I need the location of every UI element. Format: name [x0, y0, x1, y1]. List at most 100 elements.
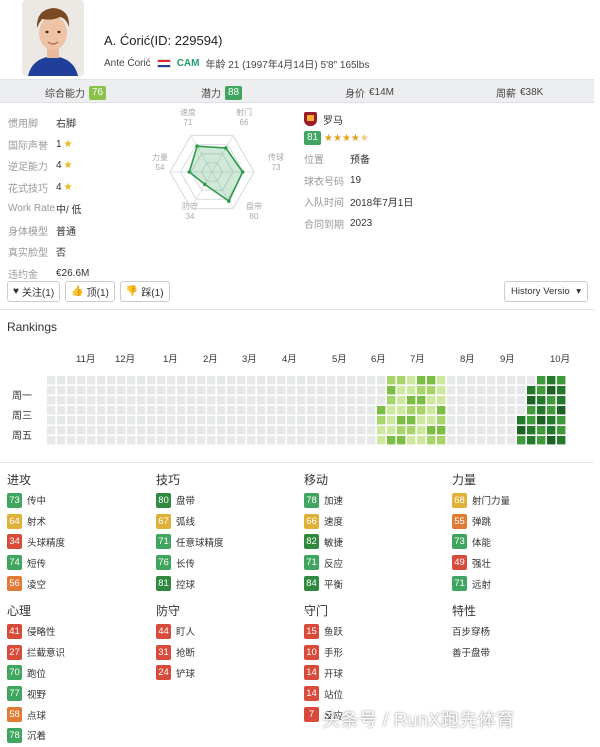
radar-value: 54 — [156, 163, 165, 172]
radar-value: 66 — [240, 118, 249, 127]
heatmap-cell — [527, 426, 536, 435]
attribute-name: 射门力量 — [472, 496, 511, 508]
heatmap-cell — [237, 406, 246, 415]
heatmap-cell — [237, 426, 246, 435]
attribute-name: 头球精度 — [27, 537, 66, 549]
heatmap-cell — [97, 406, 106, 415]
attribute-value-badge: 27 — [7, 644, 22, 660]
heatmap-cell — [467, 396, 476, 405]
heatmap-cell — [307, 386, 316, 395]
heatmap-cell — [417, 386, 426, 395]
heatmap-cell — [217, 436, 226, 445]
heatmap-cell — [507, 386, 516, 395]
heatmap-cell — [217, 376, 226, 385]
heatmap-cell — [127, 376, 136, 385]
attribute-value-badge: 44 — [156, 623, 171, 639]
heatmap-cell — [207, 436, 216, 445]
downvote-button[interactable]: 👎 踩(1) — [119, 281, 170, 302]
heatmap-cell — [147, 426, 156, 435]
overall-label: 综合能力 — [45, 89, 85, 100]
heatmap-cell — [347, 436, 356, 445]
heatmap-cell — [57, 376, 66, 385]
radar-label: 射门 — [236, 108, 252, 117]
heatmap-cell — [347, 426, 356, 435]
heatmap-cell — [367, 406, 376, 415]
club-stars: ★★★★★ — [324, 133, 369, 144]
heatmap-cell — [157, 386, 166, 395]
heatmap-cell — [477, 406, 486, 415]
heatmap-cell — [337, 386, 346, 395]
heatmap-cell — [427, 406, 436, 415]
heatmap-cell — [527, 436, 536, 445]
heatmap-cell — [357, 396, 366, 405]
heatmap-cell — [257, 386, 266, 395]
heatmap-cell — [267, 406, 276, 415]
heatmap-cell — [347, 406, 356, 415]
heatmap-cell — [277, 416, 286, 425]
heatmap-cell — [407, 376, 416, 385]
upvote-button[interactable]: 👍 顶(1) — [65, 281, 115, 302]
heatmap-cell — [437, 426, 446, 435]
heatmap-cell — [557, 376, 566, 385]
overall-badge: 76 — [89, 85, 106, 100]
heatmap-cell — [267, 436, 276, 445]
heatmap-cell — [467, 416, 476, 425]
heatmap-cell — [517, 386, 526, 395]
heatmap-cell — [317, 386, 326, 395]
attribute-row: 56 凌空 — [7, 573, 155, 594]
heatmap-cell — [357, 406, 366, 415]
trait-item: 百步穿杨 — [452, 627, 491, 639]
radar-point — [227, 199, 231, 203]
heatmap-cell — [357, 426, 366, 435]
attribute-row: 74 短传 — [7, 552, 155, 573]
attribute-row: 24 铲球 — [156, 663, 304, 684]
star-icon: ★ — [332, 132, 342, 144]
attribute-row: 73 传中 — [7, 490, 155, 511]
heatmap-cell — [197, 406, 206, 415]
heatmap-cell — [487, 436, 496, 445]
heatmap-cell — [487, 386, 496, 395]
heatmap-cell — [57, 436, 66, 445]
heatmap-cell — [457, 406, 466, 415]
heatmap-cell — [297, 436, 306, 445]
heatmap-cell — [77, 396, 86, 405]
club-info-row: 球衣号码 19 — [304, 174, 362, 188]
heatmap-cell — [77, 416, 86, 425]
attribute-name: 弹跳 — [472, 517, 492, 529]
heatmap-cell — [547, 386, 556, 395]
heatmap-cell — [367, 426, 376, 435]
heatmap-cell — [487, 416, 496, 425]
heatmap-cell — [477, 386, 486, 395]
attribute-value-badge: 7 — [304, 707, 319, 723]
heatmap-cell — [87, 386, 96, 395]
club-row[interactable]: 罗马 — [304, 110, 504, 128]
club-info-row: 位置 预备 — [304, 155, 370, 167]
heatmap-cell — [317, 406, 326, 415]
heatmap-cell — [557, 386, 566, 395]
heatmap-cell — [287, 436, 296, 445]
player-position[interactable]: CAM — [177, 58, 200, 69]
heatmap-cell — [127, 406, 136, 415]
heatmap-cell — [547, 396, 556, 405]
heatmap-cell — [237, 396, 246, 405]
history-version-select[interactable]: History Versio ▾ — [504, 281, 588, 302]
attribute-row: 78 加速 — [304, 490, 452, 511]
heatmap-cell — [467, 386, 476, 395]
radar-value: 71 — [184, 118, 193, 127]
heatmap-cell — [327, 416, 336, 425]
heatmap-cell — [87, 396, 96, 405]
club-name[interactable]: 罗马 — [323, 112, 343, 127]
heatmap-cell — [537, 406, 546, 415]
heatmap-cell — [47, 436, 56, 445]
attribute-name: 抢断 — [176, 648, 196, 660]
heatmap-cell — [87, 426, 96, 435]
heatmap-cell — [97, 416, 106, 425]
heatmap-cell — [487, 406, 496, 415]
heatmap-cell — [227, 416, 236, 425]
follow-button[interactable]: ♥ 关注(1) — [7, 281, 61, 302]
attribute-row: 34 头球精度 — [7, 532, 155, 553]
heatmap-cell — [437, 376, 446, 385]
heatmap-cell — [97, 376, 106, 385]
heatmap-cell — [177, 376, 186, 385]
radar-label: 传球 — [268, 152, 284, 162]
